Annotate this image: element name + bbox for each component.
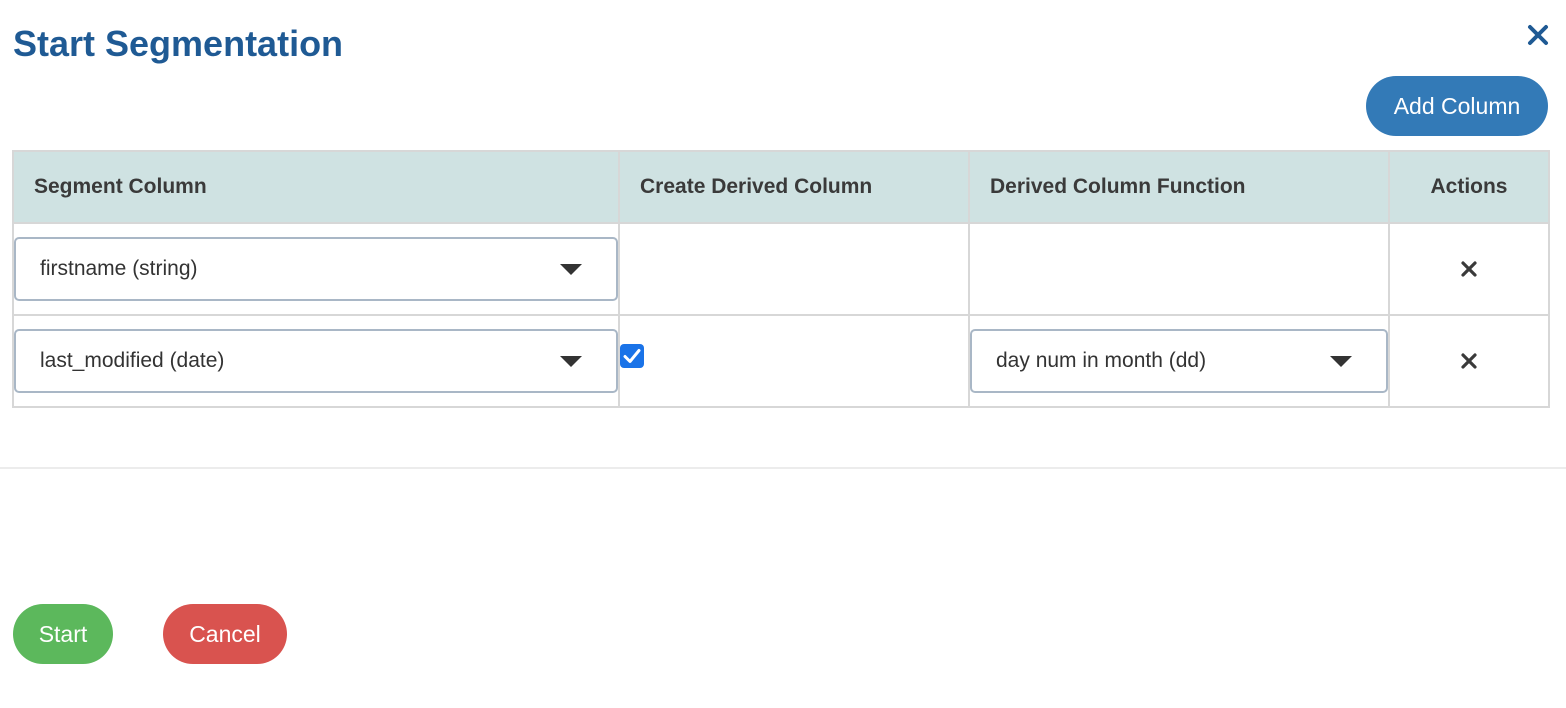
table-row: firstname (string) bbox=[12, 222, 1550, 316]
segmentation-table: Segment Column Create Derived Column Der… bbox=[12, 150, 1550, 408]
table-row: last_modified (date) day num in month (d… bbox=[12, 314, 1550, 408]
header-segment-column: Segment Column bbox=[12, 150, 620, 224]
close-button[interactable] bbox=[1521, 18, 1555, 52]
close-icon bbox=[1528, 25, 1548, 45]
create-derived-cell bbox=[618, 222, 970, 316]
remove-icon bbox=[1461, 352, 1477, 369]
remove-icon bbox=[1461, 260, 1477, 277]
dialog-title: Start Segmentation bbox=[13, 23, 344, 64]
chevron-down-icon bbox=[560, 264, 582, 275]
table-header-row: Segment Column Create Derived Column Der… bbox=[12, 150, 1550, 224]
segment-column-cell: firstname (string) bbox=[12, 222, 620, 316]
checkmark-icon bbox=[623, 349, 641, 363]
header-actions: Actions bbox=[1388, 150, 1550, 224]
actions-cell bbox=[1388, 222, 1550, 316]
chevron-down-icon bbox=[1330, 356, 1352, 367]
segment-column-value: last_modified (date) bbox=[40, 349, 225, 372]
header-create-derived-column: Create Derived Column bbox=[618, 150, 970, 224]
add-column-button[interactable]: Add Column bbox=[1366, 76, 1548, 136]
remove-row-button[interactable] bbox=[1456, 256, 1482, 282]
remove-row-button[interactable] bbox=[1456, 348, 1482, 374]
segment-column-select[interactable]: last_modified (date) bbox=[14, 329, 618, 393]
header-derived-column-function: Derived Column Function bbox=[968, 150, 1390, 224]
segment-column-select[interactable]: firstname (string) bbox=[14, 237, 618, 301]
derived-function-value: day num in month (dd) bbox=[996, 349, 1207, 372]
segment-column-cell: last_modified (date) bbox=[12, 314, 620, 408]
derived-function-cell: day num in month (dd) bbox=[968, 314, 1390, 408]
start-segmentation-dialog: Start Segmentation Add Column Segment Co… bbox=[0, 0, 1566, 708]
start-button[interactable]: Start bbox=[13, 604, 113, 664]
create-derived-checkbox[interactable] bbox=[620, 344, 644, 368]
create-derived-cell bbox=[618, 314, 970, 408]
cancel-button[interactable]: Cancel bbox=[163, 604, 287, 664]
footer-divider bbox=[0, 467, 1566, 469]
derived-function-cell bbox=[968, 222, 1390, 316]
chevron-down-icon bbox=[560, 356, 582, 367]
derived-function-select[interactable]: day num in month (dd) bbox=[970, 329, 1388, 393]
segment-column-value: firstname (string) bbox=[40, 257, 198, 280]
actions-cell bbox=[1388, 314, 1550, 408]
